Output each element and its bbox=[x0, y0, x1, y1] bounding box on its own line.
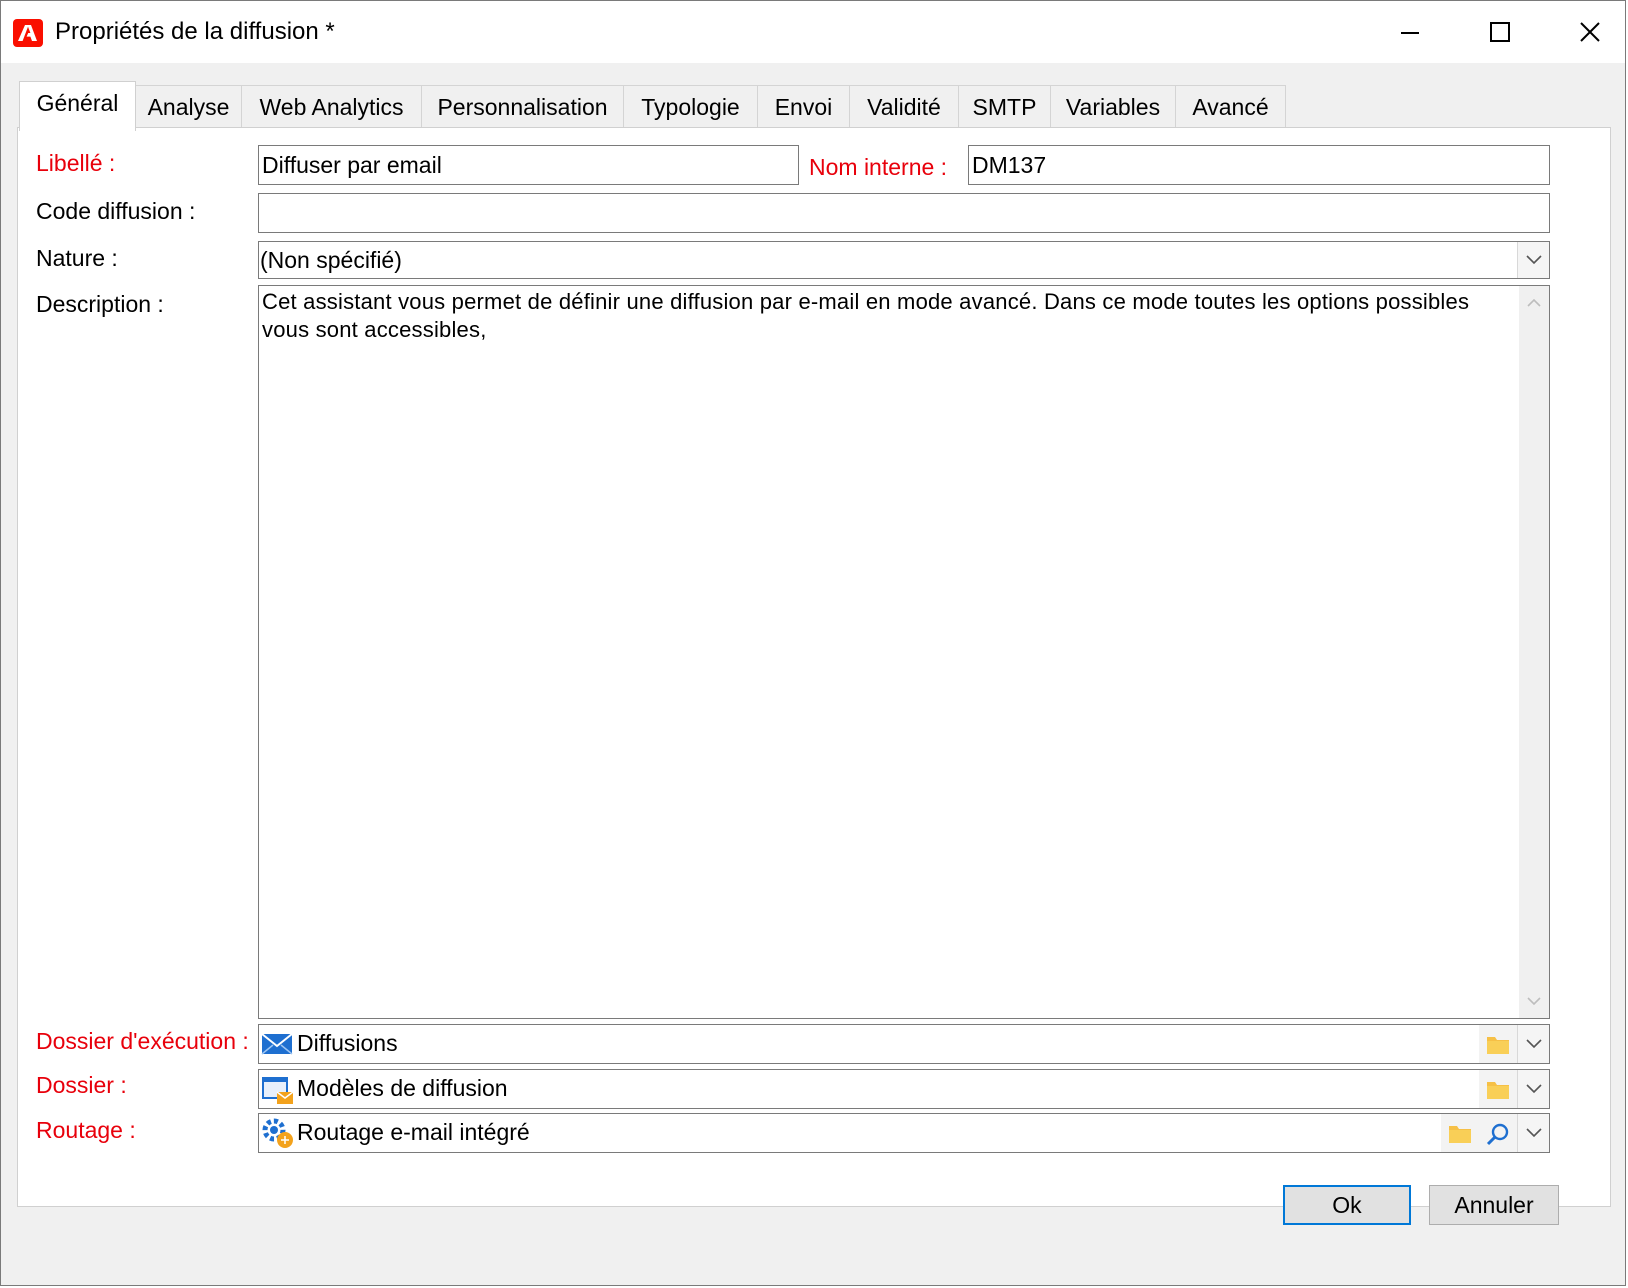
cancel-button[interactable]: Annuler bbox=[1429, 1185, 1559, 1225]
libelle-input[interactable] bbox=[262, 146, 798, 184]
libelle-label: Libellé : bbox=[36, 150, 116, 176]
general-panel: Libellé : Nom interne : Code diffusion :… bbox=[17, 127, 1611, 1207]
chevron-down-icon bbox=[1526, 1128, 1542, 1138]
ok-button[interactable]: Ok bbox=[1283, 1185, 1411, 1225]
tab-variables[interactable]: Variables bbox=[1050, 85, 1176, 129]
nature-label: Nature : bbox=[36, 245, 118, 271]
description-label: Description : bbox=[36, 291, 164, 317]
code-diffusion-label: Code diffusion : bbox=[36, 198, 196, 224]
nature-dropdown-button[interactable] bbox=[1517, 242, 1549, 278]
description-scrollbar[interactable] bbox=[1519, 286, 1549, 1018]
maximize-icon bbox=[1490, 22, 1510, 42]
exec-folder-field[interactable]: Diffusions bbox=[258, 1024, 1550, 1064]
folder-label: Dossier : bbox=[36, 1072, 127, 1098]
exec-folder-value: Diffusions bbox=[297, 1030, 398, 1056]
folder-dropdown-button[interactable] bbox=[1517, 1070, 1549, 1108]
title-bar: Propriétés de la diffusion * bbox=[1, 1, 1625, 63]
nature-selected-value: (Non spécifié) bbox=[260, 247, 402, 273]
nom-interne-label: Nom interne : bbox=[809, 154, 948, 180]
routing-browse-button[interactable] bbox=[1441, 1114, 1479, 1152]
tab-personnalisation[interactable]: Personnalisation bbox=[421, 85, 624, 129]
tab-validite[interactable]: Validité bbox=[849, 85, 959, 129]
scroll-down-icon[interactable] bbox=[1527, 997, 1541, 1006]
window-title: Propriétés de la diffusion * bbox=[55, 18, 335, 45]
maximize-button[interactable] bbox=[1471, 11, 1531, 53]
routing-label: Routage : bbox=[36, 1117, 136, 1143]
close-button[interactable] bbox=[1561, 11, 1621, 53]
chevron-down-icon bbox=[1526, 1039, 1542, 1049]
code-diffusion-input[interactable] bbox=[262, 194, 1549, 232]
scroll-up-icon[interactable] bbox=[1527, 298, 1541, 307]
folder-icon bbox=[1449, 1126, 1471, 1143]
tab-web-analytics[interactable]: Web Analytics bbox=[241, 85, 422, 129]
tab-general[interactable]: Général bbox=[19, 81, 136, 131]
template-folder-icon bbox=[262, 1077, 294, 1104]
nom-interne-input[interactable] bbox=[972, 146, 1549, 184]
minimize-icon bbox=[1401, 32, 1419, 34]
description-textarea[interactable]: Cet assistant vous permet de définir une… bbox=[258, 285, 1550, 1019]
magnifier-icon bbox=[1486, 1123, 1509, 1146]
chevron-down-icon bbox=[1526, 1084, 1542, 1094]
minimize-button[interactable] bbox=[1381, 11, 1441, 53]
folder-value: Modèles de diffusion bbox=[297, 1075, 508, 1101]
routing-dropdown-button[interactable] bbox=[1517, 1114, 1549, 1152]
folder-icon bbox=[1487, 1082, 1509, 1099]
envelope-icon bbox=[261, 1033, 293, 1055]
folder-icon bbox=[1487, 1037, 1509, 1054]
chevron-down-icon bbox=[1526, 255, 1542, 265]
tab-typologie[interactable]: Typologie bbox=[623, 85, 758, 129]
folder-browse-button[interactable] bbox=[1479, 1070, 1517, 1108]
adobe-logo-icon bbox=[13, 19, 43, 47]
description-text: Cet assistant vous permet de définir une… bbox=[262, 289, 1470, 342]
routing-search-button[interactable] bbox=[1479, 1114, 1517, 1152]
tab-avance[interactable]: Avancé bbox=[1175, 85, 1286, 129]
nom-interne-field[interactable] bbox=[968, 145, 1550, 185]
exec-folder-browse-button[interactable] bbox=[1479, 1025, 1517, 1063]
exec-folder-dropdown-button[interactable] bbox=[1517, 1025, 1549, 1063]
tab-analyse[interactable]: Analyse bbox=[135, 85, 242, 129]
routing-value: Routage e-mail intégré bbox=[297, 1119, 530, 1145]
libelle-field[interactable] bbox=[258, 145, 799, 185]
routing-field[interactable]: Routage e-mail intégré bbox=[258, 1113, 1550, 1153]
close-icon bbox=[1580, 22, 1600, 42]
dialog-window: Propriétés de la diffusion * Général Ana… bbox=[0, 0, 1626, 1286]
tab-envoi[interactable]: Envoi bbox=[757, 85, 850, 129]
folder-field[interactable]: Modèles de diffusion bbox=[258, 1069, 1550, 1109]
exec-folder-label: Dossier d'exécution : bbox=[36, 1028, 249, 1054]
code-diffusion-field[interactable] bbox=[258, 193, 1550, 233]
tab-smtp[interactable]: SMTP bbox=[958, 85, 1051, 129]
nature-select[interactable]: (Non spécifié) bbox=[258, 241, 1550, 279]
routing-gear-icon bbox=[262, 1118, 293, 1148]
